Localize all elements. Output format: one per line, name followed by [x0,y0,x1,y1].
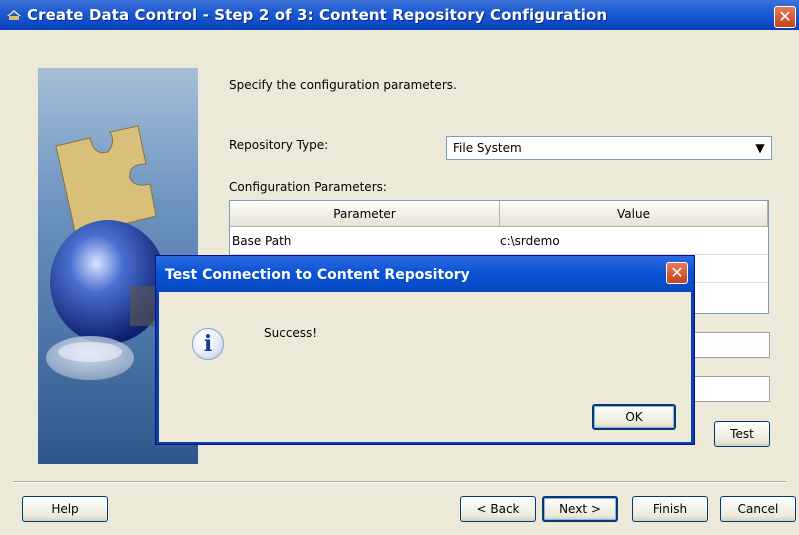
cancel-button-label: Cancel [737,502,779,516]
text-field[interactable] [694,376,770,402]
repository-type-label: Repository Type: [229,138,329,152]
finish-button-label: Finish [652,502,688,516]
finish-button[interactable]: Finish [632,496,708,522]
next-button-label: Next > [559,502,601,516]
cancel-button[interactable]: Cancel [720,496,796,522]
dialog-message: Success! [264,326,318,340]
table-cell-value[interactable]: c:\srdemo [500,227,768,255]
configuration-parameters-label: Configuration Parameters: [229,180,387,194]
ok-button-label: OK [625,410,643,424]
column-header-parameter[interactable]: Parameter [230,201,500,227]
test-button-label: Test [730,427,754,441]
wizard-window: Create Data Control - Step 2 of 3: Conte… [0,0,799,535]
dialog-body: i Success! OK [159,292,691,442]
dropdown-arrow-icon[interactable]: ▼ [753,141,767,155]
close-button[interactable]: ✕ [774,6,796,28]
dialog-close-button[interactable]: ✕ [666,262,688,284]
repository-type-select[interactable]: File System ▼ [446,136,772,160]
back-button-label: < Back [476,502,520,516]
instruction-text: Specify the configuration parameters. [229,78,457,92]
wizard-icon [7,10,21,20]
info-icon: i [192,328,224,360]
table-cell-parameter[interactable]: Base Path [230,227,500,255]
window-title: Create Data Control - Step 2 of 3: Conte… [27,6,608,24]
next-button[interactable]: Next > [542,496,618,522]
dialog-title: Test Connection to Content Repository [165,267,470,283]
test-button[interactable]: Test [714,421,770,447]
dialog-title-bar[interactable]: Test Connection to Content Repository ✕ [156,256,694,292]
help-button[interactable]: Help [22,496,108,522]
test-connection-dialog: Test Connection to Content Repository ✕ … [155,255,695,445]
text-field[interactable] [694,332,770,358]
repository-type-value: File System [453,141,522,155]
back-button[interactable]: < Back [460,496,536,522]
column-header-value[interactable]: Value [500,201,768,227]
ok-button[interactable]: OK [592,404,676,430]
footer-separator [13,481,786,483]
title-bar[interactable]: Create Data Control - Step 2 of 3: Conte… [0,0,799,30]
help-button-label: Help [51,502,79,516]
